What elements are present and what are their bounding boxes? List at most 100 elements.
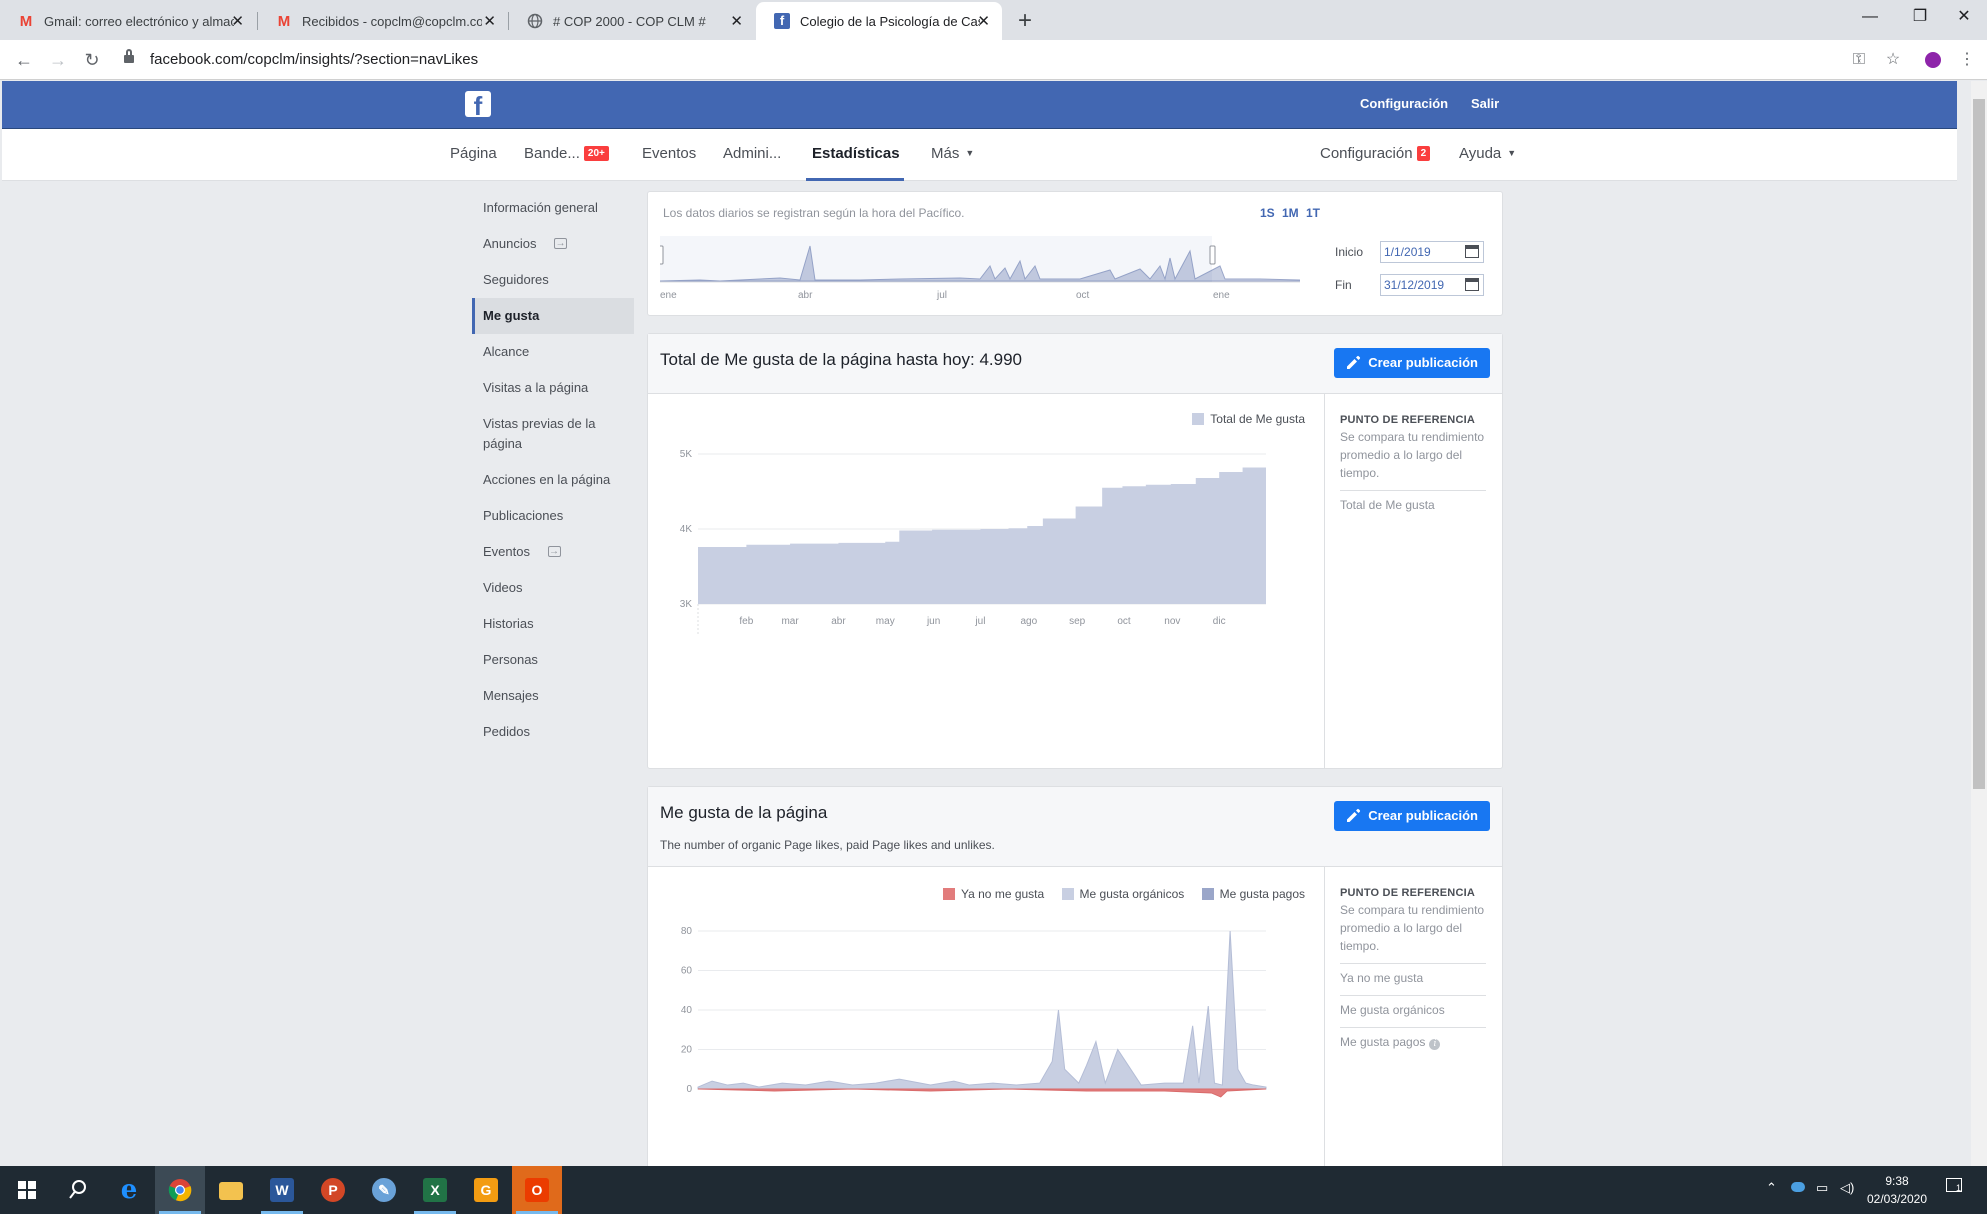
chrome-icon[interactable]: [155, 1166, 205, 1214]
benchmark-item-unlikes[interactable]: Ya no me gusta: [1340, 963, 1486, 985]
sidebar-item-personas[interactable]: Personas: [472, 642, 634, 678]
reload-icon[interactable]: ↻: [80, 48, 104, 72]
excel-icon[interactable]: X: [410, 1166, 460, 1214]
browser-tab-recibidos[interactable]: M Recibidos - copclm@copclm.com ✕: [258, 2, 508, 40]
key-icon[interactable]: ⚿: [1848, 49, 1870, 71]
facebook-header: f Configuración Salir: [2, 81, 1957, 129]
taskbar-clock[interactable]: 9:38 02/03/2020: [1862, 1172, 1932, 1208]
office-icon[interactable]: O: [512, 1166, 562, 1214]
back-arrow-icon[interactable]: ←: [12, 48, 36, 72]
y-tick-label: 20: [681, 1045, 693, 1056]
card-header: Total de Me gusta de la página hasta hoy…: [648, 334, 1502, 394]
edge-icon[interactable]: e: [104, 1166, 154, 1214]
page-scrollbar[interactable]: [1971, 81, 1987, 1166]
close-icon[interactable]: ✕: [977, 12, 990, 30]
url-field[interactable]: facebook.com/copclm/insights/?section=na…: [150, 48, 478, 72]
clock-date: 02/03/2020: [1866, 1192, 1928, 1206]
file-explorer-icon[interactable]: [206, 1166, 256, 1214]
profile-avatar[interactable]: [1922, 49, 1944, 71]
benchmark-item-total[interactable]: Total de Me gusta: [1340, 490, 1486, 512]
sidebar-item-vistas-previas[interactable]: Vistas previas de la página: [472, 406, 634, 462]
sidebar-item-mensajes[interactable]: Mensajes: [472, 678, 634, 714]
legend-item-unlikes[interactable]: Ya no me gusta: [943, 887, 1044, 901]
star-icon[interactable]: ☆: [1882, 49, 1904, 71]
range-1s-button[interactable]: 1S: [1260, 206, 1275, 220]
sidebar-item-me-gusta[interactable]: Me gusta: [472, 298, 634, 334]
legend-item-organic[interactable]: Me gusta orgánicos: [1061, 887, 1184, 901]
header-config-link[interactable]: Configuración: [1360, 96, 1448, 111]
info-icon[interactable]: i: [1429, 1039, 1441, 1050]
sidebar-item-pedidos[interactable]: Pedidos: [472, 714, 634, 750]
sidebar-item-historias[interactable]: Historias: [472, 606, 634, 642]
month-label: ene: [660, 290, 677, 301]
tab-bandeja[interactable]: Bande... 20+: [524, 145, 609, 162]
create-post-button[interactable]: Crear publicación: [1334, 348, 1490, 378]
range-1t-button[interactable]: 1T: [1306, 206, 1320, 220]
facebook-logo[interactable]: f: [465, 91, 491, 117]
sidebar-item-videos[interactable]: Videos: [472, 570, 634, 606]
range-sparkline[interactable]: ene abr jul oct ene: [660, 236, 1300, 304]
calendar-icon[interactable]: [1465, 245, 1479, 258]
close-icon[interactable]: ✕: [483, 12, 496, 30]
sidebar-item-anuncios[interactable]: Anuncios: [472, 226, 634, 262]
tab-eventos[interactable]: Eventos: [642, 145, 696, 162]
benchmark-item-paid[interactable]: Me gusta pagos i: [1340, 1027, 1486, 1050]
notification-count: 1: [1955, 1183, 1961, 1193]
close-window-button[interactable]: ✕: [1941, 0, 1987, 36]
network-icon[interactable]: ▭: [1816, 1180, 1828, 1196]
sidebar-item-informacion-general[interactable]: Información general: [472, 190, 634, 226]
month-label: abr: [798, 290, 813, 301]
tax-app-icon[interactable]: G: [461, 1166, 511, 1214]
benchmark-title: PUNTO DE REFERENCIA: [1340, 414, 1475, 426]
sidebar-item-seguidores[interactable]: Seguidores: [472, 262, 634, 298]
tab-ayuda[interactable]: Ayuda ▼: [1459, 145, 1516, 162]
legend-item-paid[interactable]: Me gusta pagos: [1201, 887, 1305, 901]
range-handle-end[interactable]: [1209, 245, 1216, 265]
restore-button[interactable]: ❐: [1897, 0, 1943, 36]
forward-arrow-icon[interactable]: →: [46, 48, 70, 72]
range-handle-start[interactable]: [660, 245, 664, 265]
browser-tab-cop[interactable]: # COP 2000 - COP CLM # ✕: [509, 2, 755, 40]
close-icon[interactable]: ✕: [730, 12, 743, 30]
series-area-unlikes[interactable]: [697, 1088, 1267, 1098]
notification-icon[interactable]: 1: [1946, 1178, 1962, 1194]
powerpoint-icon[interactable]: P: [308, 1166, 358, 1214]
y-tick-label: 3K: [680, 599, 693, 610]
menu-dots-icon[interactable]: ⋮: [1956, 49, 1978, 71]
create-post-button[interactable]: Crear publicación: [1334, 801, 1490, 831]
calendar-icon[interactable]: [1465, 278, 1479, 291]
sidebar-item-eventos[interactable]: Eventos: [472, 534, 634, 570]
x-tick-label: jul: [974, 616, 985, 627]
address-bar: ← → ↻ facebook.com/copclm/insights/?sect…: [0, 40, 1987, 80]
browser-tab-facebook[interactable]: f Colegio de la Psicología de Castilla ✕: [756, 2, 1002, 40]
minimize-button[interactable]: —: [1847, 0, 1893, 36]
benchmark-description: Se compara tu rendimiento promedio a lo …: [1340, 430, 1485, 480]
sidebar-item-visitas[interactable]: Visitas a la página: [472, 370, 634, 406]
tray-chevron-up-icon[interactable]: ⌃: [1766, 1180, 1777, 1196]
close-icon[interactable]: ✕: [231, 12, 244, 30]
tray-security-icon[interactable]: [1791, 1180, 1805, 1195]
new-tab-button[interactable]: +: [1010, 6, 1040, 36]
search-icon[interactable]: [53, 1166, 103, 1214]
range-1m-button[interactable]: 1M: [1282, 206, 1299, 220]
tab-configuracion[interactable]: Configuración 2: [1320, 145, 1431, 162]
tab-estadisticas[interactable]: Estadísticas: [812, 145, 900, 162]
tab-pagina[interactable]: Página: [450, 145, 497, 162]
start-date-input[interactable]: 1/1/2019: [1380, 241, 1484, 263]
legend-item-total[interactable]: Total de Me gusta: [1192, 412, 1305, 426]
tab-mas[interactable]: Más ▼: [931, 145, 974, 162]
benchmark-panel: PUNTO DE REFERENCIA Se compara tu rendim…: [1324, 394, 1502, 768]
end-date-input[interactable]: 31/12/2019: [1380, 274, 1484, 296]
sidebar-item-publicaciones[interactable]: Publicaciones: [472, 498, 634, 534]
browser-tab-gmail[interactable]: M Gmail: correo electrónico y almacenami…: [0, 2, 256, 40]
benchmark-item-organic[interactable]: Me gusta orgánicos: [1340, 995, 1486, 1017]
sidebar-item-alcance[interactable]: Alcance: [472, 334, 634, 370]
tab-admin[interactable]: Admini...: [723, 145, 781, 162]
sidebar-item-acciones[interactable]: Acciones en la página: [472, 462, 634, 498]
scrollbar-thumb[interactable]: [1973, 99, 1985, 789]
volume-icon[interactable]: ◁): [1840, 1180, 1854, 1196]
windows-start-icon[interactable]: [3, 1166, 53, 1214]
header-logout-link[interactable]: Salir: [1471, 96, 1499, 111]
paint-icon[interactable]: ✎: [359, 1166, 409, 1214]
word-icon[interactable]: W: [257, 1166, 307, 1214]
